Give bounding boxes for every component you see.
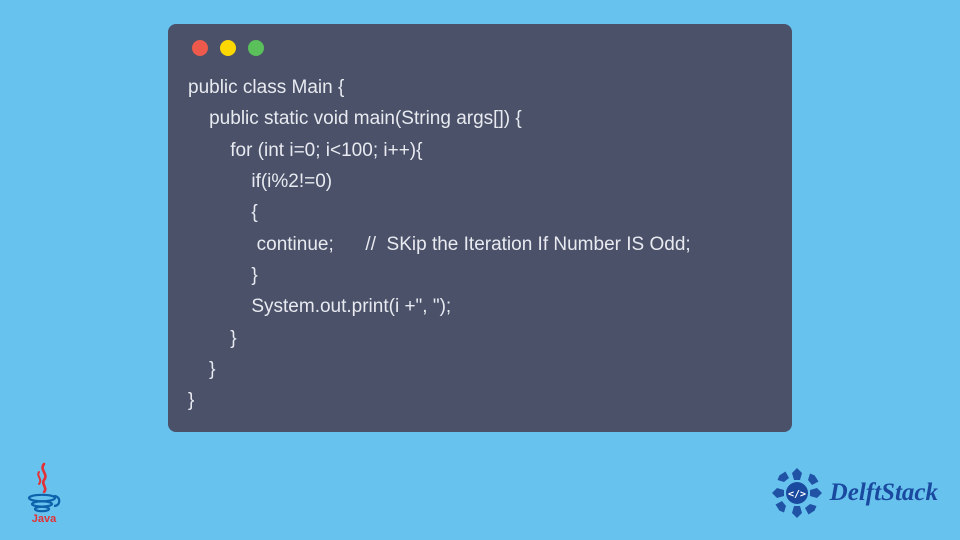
delftstack-logo: </> DelftStack [770, 466, 938, 520]
close-icon [192, 40, 208, 56]
minimize-icon [220, 40, 236, 56]
code-block: public class Main { public static void m… [188, 72, 772, 417]
svg-text:</>: </> [788, 489, 806, 500]
delftstack-logo-text: DelftStack [830, 479, 938, 507]
java-logo-text: Java [32, 513, 57, 524]
code-window: public class Main { public static void m… [168, 24, 792, 432]
delftstack-emblem-icon: </> [770, 466, 824, 520]
maximize-icon [248, 40, 264, 56]
java-logo-icon: Java [20, 462, 68, 524]
window-traffic-lights [192, 40, 772, 56]
